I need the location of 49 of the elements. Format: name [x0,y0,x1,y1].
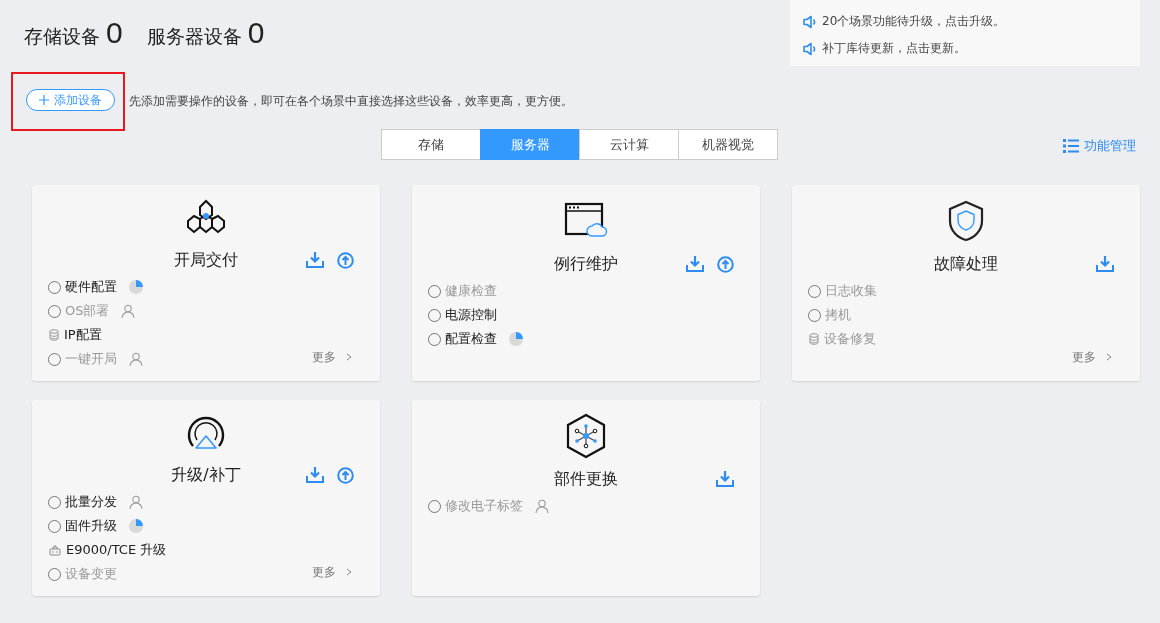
category-tab[interactable]: 服务器 [480,129,580,160]
scenario-item[interactable]: 电源控制 [445,306,497,324]
list-icon [1063,139,1079,153]
device-count: 0 [106,16,123,50]
category-tab[interactable]: 云计算 [579,129,679,160]
plus-icon [39,95,49,105]
robot-icon [49,544,61,556]
download-icon[interactable] [1096,256,1114,272]
upload-icon[interactable] [717,255,734,273]
chevron-icon [1106,353,1112,361]
more-link[interactable]: 更多 [312,562,364,586]
card-title: 故障处理 [934,253,998,275]
card-title: 升级/补丁 [171,465,241,487]
card-title: 例行维护 [554,253,618,275]
device-count-label: 存储设备 [24,24,100,49]
download-icon[interactable] [306,467,324,484]
category-tab[interactable]: 机器视觉 [678,129,778,160]
database-icon [809,333,819,345]
add-device-button[interactable]: 添加设备 [26,89,115,111]
hint-text: 先添加需要操作的设备，即可在各个场景中直接选择这些设备，效率更高，更方便。 [129,93,573,110]
shield-icon [947,200,985,242]
chevron-icon [346,353,352,361]
speaker-icon [802,13,818,30]
chevron-icon [346,568,352,576]
card-title: 开局交付 [174,250,238,272]
feature-management-link[interactable]: 功能管理 [1063,137,1136,155]
scenario-item[interactable]: 配置检查 [445,330,497,348]
hexagon-network-icon [565,413,607,459]
speaker-icon [802,40,818,57]
upload-icon[interactable] [337,467,354,485]
download-icon[interactable] [716,471,734,487]
more-link[interactable]: 更多 [1072,347,1124,371]
more-link[interactable]: 更多 [312,347,364,371]
device-count: 0 [247,16,265,50]
notice-link[interactable]: 20个场景功能待升级，点击升级。 [822,13,1006,30]
download-icon[interactable] [686,255,704,272]
category-tab[interactable]: 存储 [381,129,481,160]
scenario-item[interactable]: 批量分发 [65,493,117,511]
scenario-item[interactable]: 硬件配置 [65,278,117,296]
scenario-item[interactable]: IP配置 [64,326,102,344]
database-icon [49,329,59,341]
upload-icon[interactable] [337,252,354,270]
card-title: 部件更换 [554,468,618,490]
device-count-label: 服务器设备 [146,24,242,49]
download-icon[interactable] [306,252,324,269]
window-cloud-icon [564,202,608,240]
notice-link[interactable]: 补丁库待更新，点击更新。 [822,40,966,57]
scenario-item[interactable]: E9000/TCE 升级 [66,541,167,559]
scenario-item[interactable]: 固件升级 [65,517,117,535]
